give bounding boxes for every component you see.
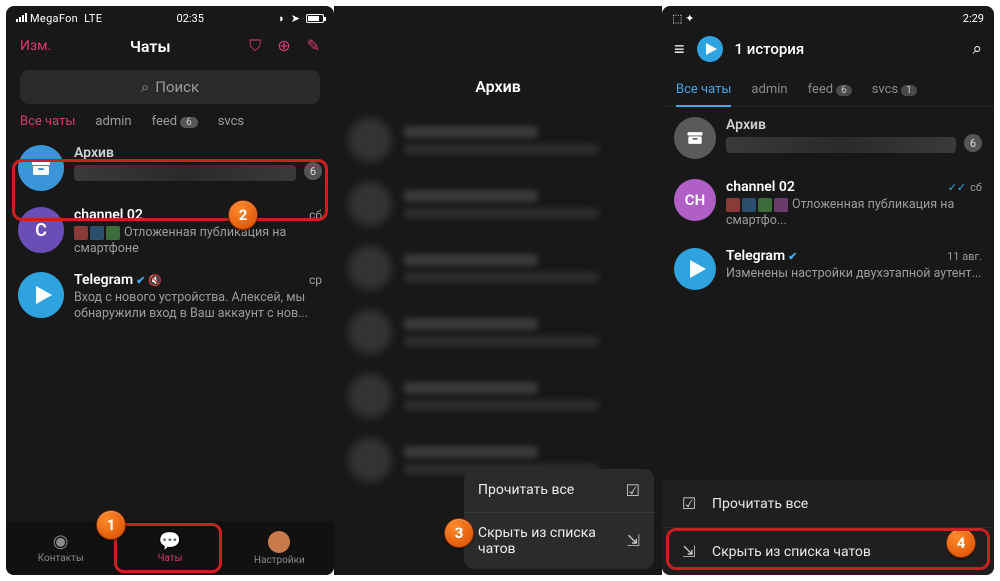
search-input[interactable]: ⌕ Поиск — [20, 70, 320, 104]
chat-time: сб — [309, 208, 322, 222]
chats-header: Изм. Чаты ⛉ ⊕ ✎ — [6, 26, 334, 66]
archive-title: Архив — [334, 64, 662, 108]
tab-feed[interactable]: feed6 — [808, 74, 852, 106]
menu-label: Скрыть из списка чатов — [478, 525, 596, 557]
page-title: Чаты — [130, 37, 171, 56]
chat-time: 11 авг. — [947, 250, 982, 263]
avatar: CH — [674, 179, 716, 221]
panel-android-chats: ⬚ ✦ 2:29 ≡ 1 история ⌕ Все чаты admin fe… — [662, 6, 994, 575]
avatar-mini — [268, 531, 290, 553]
new-group-icon[interactable]: ⊕ — [277, 36, 290, 56]
chats-icon: 💬 — [159, 533, 181, 551]
tab-svcs[interactable]: svcs — [218, 114, 244, 129]
verified-icon: ✔ — [136, 274, 145, 287]
tab-chats[interactable]: 💬Чаты — [115, 521, 224, 575]
statusbar: ⬚ ✦ 2:29 — [662, 6, 994, 24]
mute-icon: 🔇 — [148, 274, 162, 287]
chat-name: Telegram✔🔇 — [74, 272, 162, 288]
step-badge-1: 1 — [96, 510, 126, 540]
menu-label: Прочитать все — [478, 482, 574, 498]
chat-name: Архив — [74, 145, 114, 161]
archive-icon — [18, 145, 64, 191]
avatar — [674, 248, 716, 290]
chat-preview: Отложенная публикация на смартфоне — [74, 225, 322, 256]
chat-time: ✓✓сб — [948, 181, 982, 194]
chat-name: channel 02 — [74, 207, 143, 223]
avatar — [18, 272, 64, 318]
check-icon: ☑ — [680, 494, 698, 513]
tab-settings[interactable]: Настройки — [225, 521, 334, 575]
blurred-preview — [74, 165, 296, 181]
chat-name: Архив — [726, 117, 766, 133]
chat-row[interactable]: C channel 02 сб Отложенная публикация на … — [6, 199, 334, 264]
panel-ios-archive-context: Архив Прочитать все ☑ Скрыть из списка ч… — [334, 6, 662, 575]
menu-item-read-all[interactable]: Прочитать все ☑ — [464, 469, 654, 512]
archive-icon — [674, 117, 716, 159]
page-title: 1 история — [735, 40, 961, 58]
menu-label: Скрыть из списка чатов — [712, 544, 871, 560]
search-placeholder: Поиск — [155, 78, 199, 96]
tab-admin[interactable]: admin — [751, 74, 787, 106]
bottom-tabbar: ◉Контакты 💬Чаты Настройки — [6, 521, 334, 575]
menu-label: Прочитать все — [712, 496, 808, 512]
tab-admin[interactable]: admin — [95, 114, 131, 129]
chat-row[interactable]: Telegram✔ 11 авг. Изменены настройки двух… — [662, 238, 994, 300]
statusbar-time: 02:35 — [177, 12, 204, 25]
blurred-preview — [726, 137, 956, 153]
compose-icon[interactable]: ✎ — [307, 36, 320, 56]
unread-badge: 6 — [964, 134, 982, 152]
search-icon[interactable]: ⌕ — [972, 39, 982, 59]
statusbar-time: 2:29 — [963, 12, 984, 25]
panel-ios-chats: MegaFon LTE 02:35 ◗➤ Изм. Чаты ⛉ ⊕ ✎ ⌕ П… — [6, 6, 334, 575]
step-badge-4: 4 — [946, 528, 976, 558]
do-not-disturb-icon: ◗ — [278, 12, 285, 25]
shield-icon[interactable]: ⛉ — [249, 36, 261, 56]
chats-header: ≡ 1 история ⌕ — [662, 24, 994, 74]
battery-icon — [306, 14, 324, 23]
blurred-archive-list — [334, 108, 662, 492]
statusbar: MegaFon LTE 02:35 ◗➤ — [6, 6, 334, 26]
folder-tabs: Все чаты admin feed6 svcs — [6, 114, 334, 137]
menu-item-read-all[interactable]: ☑ Прочитать все — [662, 480, 994, 527]
telegram-logo-icon — [697, 36, 723, 62]
tab-all[interactable]: Все чаты — [20, 114, 75, 129]
edit-button[interactable]: Изм. — [20, 38, 51, 54]
chat-time: ср — [309, 273, 322, 287]
chat-preview: Отложенная публикация на смартфо... — [726, 197, 982, 228]
menu-item-hide[interactable]: ⇲ Скрыть из списка чатов — [662, 527, 994, 575]
chat-row[interactable]: Telegram✔🔇 ср Вход с нового устройства. А… — [6, 264, 334, 329]
tab-svcs[interactable]: svcs1 — [872, 74, 917, 106]
avatar: C — [18, 207, 64, 253]
chat-name: channel 02 — [726, 179, 795, 195]
context-menu: ☑ Прочитать все ⇲ Скрыть из списка чатов — [662, 480, 994, 575]
menu-icon[interactable]: ≡ — [674, 39, 685, 60]
search-icon: ⌕ — [141, 78, 149, 96]
contacts-icon: ◉ — [53, 533, 69, 551]
step-badge-3: 3 — [444, 518, 474, 548]
menu-item-hide[interactable]: Скрыть из списка чатов ⇲ — [464, 512, 654, 569]
chat-row[interactable]: CH channel 02 ✓✓сб Отложенная публикация … — [662, 169, 994, 238]
chat-name: Telegram✔ — [726, 248, 797, 264]
unread-badge: 6 — [304, 162, 322, 180]
unpin-icon: ⇲ — [627, 531, 640, 550]
check-chat-icon: ☑ — [626, 481, 640, 500]
verified-icon: ✔ — [788, 250, 797, 263]
tab-all[interactable]: Все чаты — [676, 74, 731, 107]
chat-preview: Вход с нового устройства. Алексей, мы об… — [74, 290, 322, 321]
context-menu: Прочитать все ☑ Скрыть из списка чатов ⇲ — [464, 469, 654, 569]
location-icon: ➤ — [291, 12, 300, 25]
read-check-icon: ✓✓ — [948, 181, 966, 194]
chat-row-archive[interactable]: Архив 6 — [6, 137, 334, 199]
tab-feed[interactable]: feed6 — [152, 114, 198, 129]
chat-row-archive[interactable]: Архив 6 — [662, 107, 994, 169]
step-badge-2: 2 — [228, 200, 258, 230]
chat-preview: Изменены настройки двухэтапной аутент... — [726, 266, 982, 282]
unpin-icon: ⇲ — [680, 542, 698, 561]
folder-tabs: Все чаты admin feed6 svcs1 — [662, 74, 994, 107]
